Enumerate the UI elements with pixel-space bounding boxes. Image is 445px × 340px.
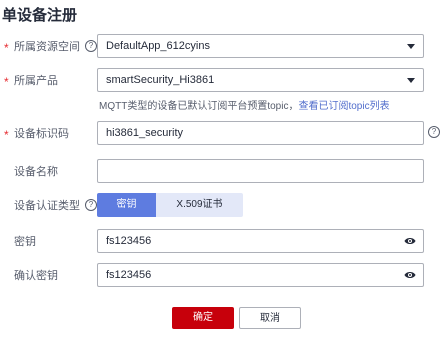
product-hint-text: MQTT类型的设备已默认订阅平台预置topic， xyxy=(99,101,299,112)
product-select[interactable]: smartSecurity_Hi3861 xyxy=(97,68,424,92)
chevron-down-icon xyxy=(407,78,415,83)
device-identifier-row: * 设备标识码 hi3861_security ? xyxy=(0,121,445,147)
confirm-secret-label: 确认密钥 xyxy=(14,270,58,282)
device-name-label: 设备名称 xyxy=(14,166,58,178)
device-identifier-label: 设备标识码 xyxy=(14,128,69,140)
help-icon[interactable]: ? xyxy=(428,126,440,138)
secret-row: 密钥 fs123456 xyxy=(0,229,445,255)
subscribed-topics-link[interactable]: 查看已订阅topic列表 xyxy=(298,101,389,112)
product-hint: MQTT类型的设备已默认订阅平台预置topic，查看已订阅topic列表 xyxy=(99,97,390,112)
confirm-secret-input[interactable]: fs123456 xyxy=(97,263,424,287)
product-row: * 所属产品 smartSecurity_Hi3861 xyxy=(0,68,445,94)
required-mark: * xyxy=(4,75,9,89)
auth-type-secret-option[interactable]: 密钥 xyxy=(97,193,156,217)
resource-space-row: * 所属资源空间? DefaultApp_612cyins xyxy=(0,34,445,60)
confirm-secret-value: fs123456 xyxy=(106,269,152,281)
secret-value: fs123456 xyxy=(106,235,152,247)
confirm-secret-row: 确认密钥 fs123456 xyxy=(0,263,445,289)
auth-type-row: 设备认证类型? 密钥 X.509证书 xyxy=(0,193,445,219)
product-value: smartSecurity_Hi3861 xyxy=(106,74,215,86)
auth-type-label: 设备认证类型? xyxy=(14,193,97,219)
confirm-button[interactable]: 确定 xyxy=(172,307,234,329)
help-icon[interactable]: ? xyxy=(85,199,97,212)
resource-space-label: 所属资源空间? xyxy=(14,34,97,60)
auth-type-label-text: 设备认证类型 xyxy=(14,200,80,212)
eye-icon[interactable] xyxy=(404,236,416,246)
eye-icon[interactable] xyxy=(404,270,416,280)
resource-space-value: DefaultApp_612cyins xyxy=(106,40,210,52)
secret-input[interactable]: fs123456 xyxy=(97,229,424,253)
chevron-down-icon xyxy=(407,44,415,49)
resource-space-select[interactable]: DefaultApp_612cyins xyxy=(97,34,424,58)
device-identifier-value: hi3861_security xyxy=(106,127,184,139)
product-label: 所属产品 xyxy=(14,75,58,87)
device-identifier-input[interactable]: hi3861_security xyxy=(97,121,424,145)
required-mark: * xyxy=(4,128,9,142)
page-title: 单设备注册 xyxy=(2,7,78,24)
required-mark: * xyxy=(4,41,9,55)
resource-space-label-text: 所属资源空间 xyxy=(14,41,80,53)
secret-label: 密钥 xyxy=(14,236,36,248)
cancel-button[interactable]: 取消 xyxy=(239,307,301,329)
auth-type-x509-option[interactable]: X.509证书 xyxy=(156,193,243,217)
device-name-row: 设备名称 xyxy=(0,159,445,185)
device-register-form: 单设备注册 * 所属资源空间? DefaultApp_612cyins * 所属… xyxy=(0,0,445,340)
device-name-input[interactable] xyxy=(97,159,424,183)
help-icon[interactable]: ? xyxy=(85,40,97,53)
